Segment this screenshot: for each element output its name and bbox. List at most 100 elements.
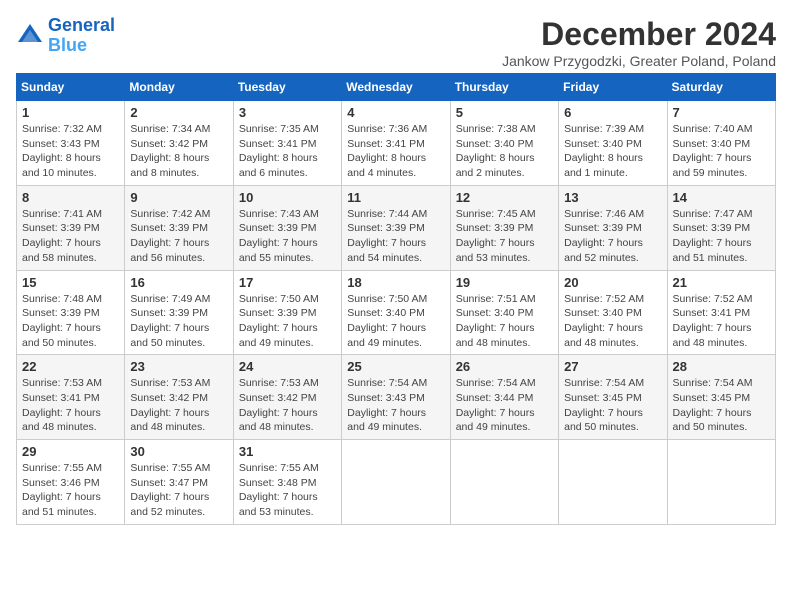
calendar-cell: 17 Sunrise: 7:50 AM Sunset: 3:39 PM Dayl… [233, 270, 341, 355]
daylight-label: Daylight: 7 hours and 59 minutes. [673, 152, 752, 179]
calendar-week-1: 1 Sunrise: 7:32 AM Sunset: 3:43 PM Dayli… [17, 101, 776, 186]
day-info: Sunrise: 7:46 AM Sunset: 3:39 PM Dayligh… [564, 207, 661, 266]
sunrise-label: Sunrise: 7:50 AM [239, 293, 319, 305]
calendar-cell: 16 Sunrise: 7:49 AM Sunset: 3:39 PM Dayl… [125, 270, 233, 355]
logo-text: General Blue [48, 16, 115, 56]
calendar-cell: 26 Sunrise: 7:54 AM Sunset: 3:44 PM Dayl… [450, 355, 558, 440]
daylight-label: Daylight: 7 hours and 49 minutes. [347, 407, 426, 434]
sunrise-label: Sunrise: 7:53 AM [22, 377, 102, 389]
sunrise-label: Sunrise: 7:47 AM [673, 208, 753, 220]
daylight-label: Daylight: 7 hours and 56 minutes. [130, 237, 209, 264]
weekday-header-thursday: Thursday [450, 74, 558, 101]
day-number: 13 [564, 190, 661, 205]
calendar-cell: 27 Sunrise: 7:54 AM Sunset: 3:45 PM Dayl… [559, 355, 667, 440]
day-number: 1 [22, 105, 119, 120]
day-info: Sunrise: 7:45 AM Sunset: 3:39 PM Dayligh… [456, 207, 553, 266]
day-info: Sunrise: 7:50 AM Sunset: 3:40 PM Dayligh… [347, 292, 444, 351]
day-info: Sunrise: 7:49 AM Sunset: 3:39 PM Dayligh… [130, 292, 227, 351]
day-info: Sunrise: 7:35 AM Sunset: 3:41 PM Dayligh… [239, 122, 336, 181]
sunset-label: Sunset: 3:41 PM [347, 138, 425, 150]
day-number: 17 [239, 275, 336, 290]
day-info: Sunrise: 7:47 AM Sunset: 3:39 PM Dayligh… [673, 207, 770, 266]
daylight-label: Daylight: 7 hours and 50 minutes. [130, 322, 209, 349]
location-title: Jankow Przygodzki, Greater Poland, Polan… [502, 53, 776, 69]
sunrise-label: Sunrise: 7:51 AM [456, 293, 536, 305]
sunset-label: Sunset: 3:42 PM [130, 138, 208, 150]
sunset-label: Sunset: 3:39 PM [130, 222, 208, 234]
sunset-label: Sunset: 3:40 PM [673, 138, 751, 150]
day-number: 11 [347, 190, 444, 205]
day-number: 16 [130, 275, 227, 290]
sunrise-label: Sunrise: 7:34 AM [130, 123, 210, 135]
sunrise-label: Sunrise: 7:41 AM [22, 208, 102, 220]
day-info: Sunrise: 7:40 AM Sunset: 3:40 PM Dayligh… [673, 122, 770, 181]
day-info: Sunrise: 7:54 AM Sunset: 3:44 PM Dayligh… [456, 376, 553, 435]
day-info: Sunrise: 7:42 AM Sunset: 3:39 PM Dayligh… [130, 207, 227, 266]
sunset-label: Sunset: 3:42 PM [239, 392, 317, 404]
sunset-label: Sunset: 3:39 PM [22, 222, 100, 234]
day-info: Sunrise: 7:53 AM Sunset: 3:42 PM Dayligh… [130, 376, 227, 435]
day-info: Sunrise: 7:53 AM Sunset: 3:41 PM Dayligh… [22, 376, 119, 435]
day-info: Sunrise: 7:52 AM Sunset: 3:41 PM Dayligh… [673, 292, 770, 351]
day-number: 5 [456, 105, 553, 120]
day-info: Sunrise: 7:55 AM Sunset: 3:47 PM Dayligh… [130, 461, 227, 520]
day-number: 2 [130, 105, 227, 120]
day-info: Sunrise: 7:50 AM Sunset: 3:39 PM Dayligh… [239, 292, 336, 351]
sunrise-label: Sunrise: 7:45 AM [456, 208, 536, 220]
calendar-cell [342, 440, 450, 525]
sunrise-label: Sunrise: 7:52 AM [564, 293, 644, 305]
sunset-label: Sunset: 3:40 PM [347, 307, 425, 319]
sunset-label: Sunset: 3:41 PM [673, 307, 751, 319]
calendar-week-3: 15 Sunrise: 7:48 AM Sunset: 3:39 PM Dayl… [17, 270, 776, 355]
sunset-label: Sunset: 3:44 PM [456, 392, 534, 404]
sunset-label: Sunset: 3:40 PM [564, 138, 642, 150]
daylight-label: Daylight: 8 hours and 10 minutes. [22, 152, 101, 179]
sunset-label: Sunset: 3:39 PM [564, 222, 642, 234]
calendar-cell [450, 440, 558, 525]
calendar-cell: 4 Sunrise: 7:36 AM Sunset: 3:41 PM Dayli… [342, 101, 450, 186]
sunset-label: Sunset: 3:40 PM [456, 307, 534, 319]
calendar-cell: 7 Sunrise: 7:40 AM Sunset: 3:40 PM Dayli… [667, 101, 775, 186]
sunrise-label: Sunrise: 7:55 AM [22, 462, 102, 474]
day-info: Sunrise: 7:55 AM Sunset: 3:48 PM Dayligh… [239, 461, 336, 520]
calendar-cell: 28 Sunrise: 7:54 AM Sunset: 3:45 PM Dayl… [667, 355, 775, 440]
day-info: Sunrise: 7:39 AM Sunset: 3:40 PM Dayligh… [564, 122, 661, 181]
calendar-cell: 11 Sunrise: 7:44 AM Sunset: 3:39 PM Dayl… [342, 185, 450, 270]
day-number: 28 [673, 359, 770, 374]
title-block: December 2024 Jankow Przygodzki, Greater… [502, 16, 776, 69]
daylight-label: Daylight: 7 hours and 51 minutes. [22, 491, 101, 518]
day-number: 3 [239, 105, 336, 120]
daylight-label: Daylight: 7 hours and 48 minutes. [22, 407, 101, 434]
day-info: Sunrise: 7:54 AM Sunset: 3:43 PM Dayligh… [347, 376, 444, 435]
day-info: Sunrise: 7:41 AM Sunset: 3:39 PM Dayligh… [22, 207, 119, 266]
day-info: Sunrise: 7:34 AM Sunset: 3:42 PM Dayligh… [130, 122, 227, 181]
sunrise-label: Sunrise: 7:44 AM [347, 208, 427, 220]
logo: General Blue [16, 16, 115, 56]
daylight-label: Daylight: 7 hours and 49 minutes. [456, 407, 535, 434]
calendar-header-row: SundayMondayTuesdayWednesdayThursdayFrid… [17, 74, 776, 101]
daylight-label: Daylight: 7 hours and 48 minutes. [456, 322, 535, 349]
daylight-label: Daylight: 7 hours and 58 minutes. [22, 237, 101, 264]
calendar-cell: 25 Sunrise: 7:54 AM Sunset: 3:43 PM Dayl… [342, 355, 450, 440]
calendar-cell: 19 Sunrise: 7:51 AM Sunset: 3:40 PM Dayl… [450, 270, 558, 355]
sunrise-label: Sunrise: 7:46 AM [564, 208, 644, 220]
sunrise-label: Sunrise: 7:54 AM [673, 377, 753, 389]
day-info: Sunrise: 7:52 AM Sunset: 3:40 PM Dayligh… [564, 292, 661, 351]
daylight-label: Daylight: 7 hours and 52 minutes. [564, 237, 643, 264]
day-info: Sunrise: 7:43 AM Sunset: 3:39 PM Dayligh… [239, 207, 336, 266]
sunset-label: Sunset: 3:42 PM [130, 392, 208, 404]
calendar-cell [667, 440, 775, 525]
sunrise-label: Sunrise: 7:55 AM [130, 462, 210, 474]
day-number: 22 [22, 359, 119, 374]
calendar-cell: 29 Sunrise: 7:55 AM Sunset: 3:46 PM Dayl… [17, 440, 125, 525]
calendar-cell: 1 Sunrise: 7:32 AM Sunset: 3:43 PM Dayli… [17, 101, 125, 186]
sunset-label: Sunset: 3:39 PM [22, 307, 100, 319]
day-number: 20 [564, 275, 661, 290]
calendar-cell: 18 Sunrise: 7:50 AM Sunset: 3:40 PM Dayl… [342, 270, 450, 355]
sunrise-label: Sunrise: 7:55 AM [239, 462, 319, 474]
daylight-label: Daylight: 7 hours and 53 minutes. [239, 491, 318, 518]
day-number: 29 [22, 444, 119, 459]
weekday-header-monday: Monday [125, 74, 233, 101]
day-number: 27 [564, 359, 661, 374]
day-number: 31 [239, 444, 336, 459]
